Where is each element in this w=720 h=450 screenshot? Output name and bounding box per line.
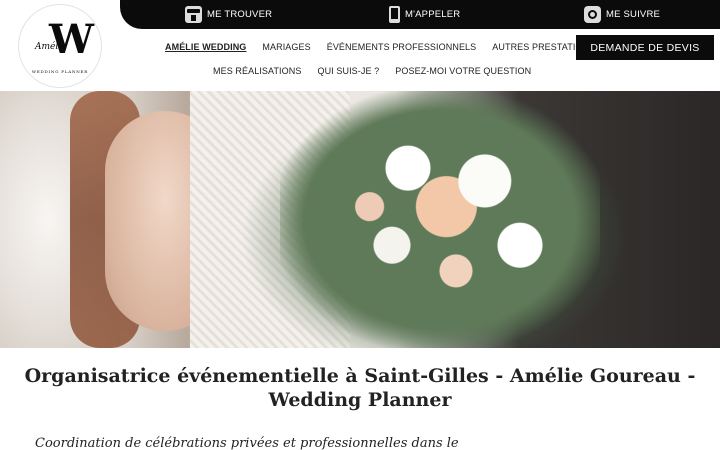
logo-script: Amélie [34,41,66,52]
top-contact-bar: ME TROUVER M'APPELER ME SUIVRE [120,0,720,29]
nav-item-qui-suis-je[interactable]: QUI SUIS-JE ? [317,66,379,76]
instagram-icon [584,6,601,23]
main-navigation: AMÉLIE WEDDING MARIAGES ÉVÉNEMENTS PROFE… [120,29,595,91]
nav-item-mes-realisations[interactable]: MES RÉALISATIONS [213,66,301,76]
store-icon [185,6,202,23]
nav-row-secondary: MES RÉALISATIONS QUI SUIS-JE ? POSEZ-MOI… [213,66,547,76]
phone-icon [389,6,400,23]
nav-item-amelie-wedding[interactable]: AMÉLIE WEDDING [165,42,246,52]
hero-image [0,91,720,348]
page-subtitle: Coordination de célébrations privées et … [35,436,459,450]
logo-initial: W [48,16,95,63]
logo-mark: W Amélie WEDDING PLANNER [32,16,95,74]
nav-item-mariages[interactable]: MARIAGES [262,42,310,52]
find-me-link[interactable]: ME TROUVER [185,0,272,29]
logo-tagline: WEDDING PLANNER [32,69,88,74]
site-logo[interactable]: W Amélie WEDDING PLANNER [18,4,102,88]
page-title: Organisatrice événementielle à Saint-Gil… [24,365,696,411]
follow-me-label: ME SUIVRE [606,9,661,20]
nav-row-primary: AMÉLIE WEDDING MARIAGES ÉVÉNEMENTS PROFE… [165,42,611,52]
call-me-link[interactable]: M'APPELER [389,0,460,29]
call-me-label: M'APPELER [405,9,461,20]
find-me-label: ME TROUVER [207,9,273,20]
follow-me-link[interactable]: ME SUIVRE [584,0,660,29]
hero-bouquet [280,91,600,348]
quote-request-button[interactable]: DEMANDE DE DEVIS [576,35,714,60]
nav-item-posez-moi-votre-question[interactable]: POSEZ-MOI VOTRE QUESTION [395,66,531,76]
nav-item-evenements-professionnels[interactable]: ÉVÉNEMENTS PROFESSIONNELS [327,42,477,52]
